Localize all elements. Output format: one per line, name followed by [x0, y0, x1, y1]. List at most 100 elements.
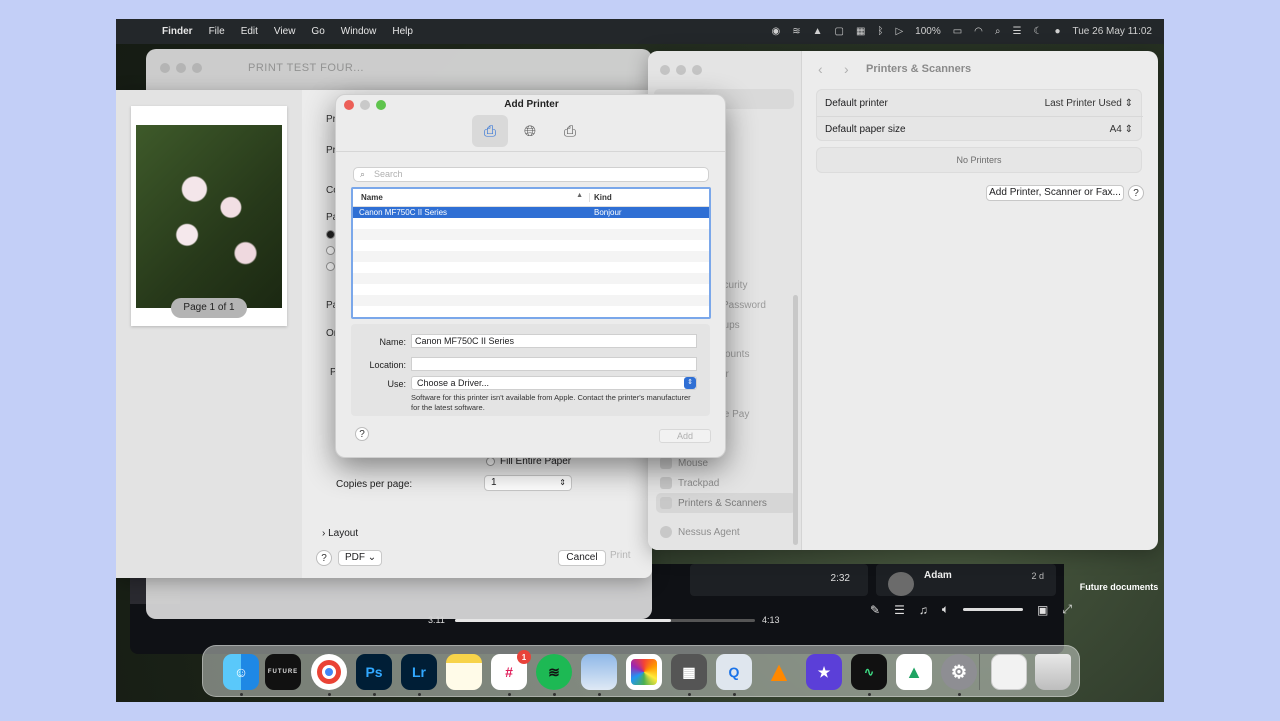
system-settings-icon[interactable]: ⚙ — [941, 654, 977, 690]
search-input[interactable]: ⌕ Search — [353, 167, 709, 182]
folder-label[interactable]: Future documents — [1071, 582, 1164, 592]
eye-icon[interactable]: ◉ — [772, 26, 781, 37]
default-printer-row[interactable]: Default printer Last Printer Used ⇕ — [817, 90, 1143, 116]
menu-help[interactable]: Help — [392, 26, 413, 37]
menu-file[interactable]: File — [209, 26, 225, 37]
sidebar-item-label: Trackpad — [678, 477, 720, 489]
column-header-name[interactable]: Name ▲ — [353, 192, 590, 202]
zoom-icon[interactable] — [192, 63, 202, 73]
help-button[interactable]: ? — [355, 427, 369, 441]
future-icon[interactable]: FUTURE — [265, 654, 301, 690]
cherry-blossom-photo — [136, 125, 282, 308]
menu-app-name[interactable]: Finder — [162, 26, 193, 37]
sidebar-item-printers-scanners[interactable]: Printers & Scanners — [656, 493, 796, 513]
slack-icon[interactable]: #1 — [491, 650, 531, 690]
minimize-icon[interactable] — [676, 65, 686, 75]
spotify-icon[interactable]: ≋ — [536, 654, 572, 690]
sync-icon[interactable]: ≋ — [792, 26, 800, 37]
photoshop-icon[interactable]: Ps — [356, 654, 392, 690]
close-icon[interactable] — [660, 65, 670, 75]
help-button[interactable]: ? — [1128, 185, 1144, 201]
chrome-icon[interactable] — [311, 654, 347, 690]
documents-icon[interactable] — [991, 654, 1027, 690]
tab-default-printer[interactable]: ⎙ — [472, 115, 508, 147]
quicktime-icon[interactable]: Q — [716, 654, 752, 690]
back-icon[interactable]: ‹ — [818, 61, 823, 77]
pen-icon[interactable]: ✎ — [870, 603, 880, 617]
tab-windows-printer[interactable]: ⎙ — [552, 115, 588, 147]
print-button[interactable]: Print — [610, 550, 631, 561]
finder-icon[interactable]: ☺ — [223, 654, 259, 690]
media-card[interactable]: 2:32 — [690, 564, 868, 596]
menu-go[interactable]: Go — [311, 26, 324, 37]
pip-icon[interactable]: ▣ — [1037, 603, 1048, 617]
globe-icon: 🌐︎ — [523, 122, 536, 140]
fill-paper-radio[interactable] — [486, 457, 495, 466]
clock[interactable]: Tue 26 May 11:02 — [1073, 26, 1153, 37]
vlc-icon[interactable]: ▲ — [761, 654, 797, 690]
close-icon[interactable] — [160, 63, 170, 73]
window-icon[interactable]: ▢ — [835, 26, 844, 37]
help-button[interactable]: ? — [316, 550, 332, 566]
headphones-icon[interactable]: ♫ — [919, 603, 928, 617]
activity-monitor-icon[interactable]: ∿ — [851, 654, 887, 690]
zoom-icon[interactable] — [692, 65, 702, 75]
add-printer-button[interactable]: Add Printer, Scanner or Fax... — [986, 185, 1124, 201]
column-header-kind[interactable]: Kind — [590, 193, 612, 202]
screenshot-icon[interactable]: ▦ — [671, 654, 707, 690]
trash-icon[interactable] — [1035, 654, 1071, 690]
photos-icon[interactable] — [626, 654, 662, 690]
future-label: FUTURE — [267, 669, 299, 675]
search-icon: ⌕ — [360, 169, 366, 179]
bluetooth-icon[interactable]: ᛒ — [877, 26, 883, 37]
search-icon[interactable]: ⌕ — [995, 26, 1001, 37]
pdf-menu-button[interactable]: PDF ⌄ — [338, 550, 382, 566]
table-row[interactable]: Canon MF750C II Series Bonjour — [353, 207, 709, 218]
forward-icon[interactable]: › — [844, 61, 849, 77]
location-field[interactable] — [411, 357, 697, 371]
fullscreen-icon[interactable]: ⤢ — [1062, 602, 1072, 617]
lightroom-icon[interactable]: Lr — [401, 654, 437, 690]
sidebar-item-label: Nessus Agent — [678, 526, 740, 538]
sidebar-item-nessus-agent[interactable]: Nessus Agent — [656, 522, 796, 542]
moon-icon[interactable]: ☾ — [1033, 26, 1042, 37]
contact-card[interactable]: Adam 2 d — [876, 564, 1056, 596]
cancel-button[interactable]: Cancel — [558, 550, 606, 566]
running-indicator — [733, 693, 736, 696]
sidebar-scrollbar[interactable] — [793, 295, 798, 545]
radio-button[interactable] — [326, 230, 335, 239]
volume-slider[interactable] — [963, 608, 1024, 611]
siri-icon[interactable]: ● — [1054, 26, 1060, 37]
chevron-updown-icon: ⇕ — [1124, 97, 1133, 109]
contact-name: Adam — [924, 570, 952, 581]
progress-bar[interactable] — [455, 619, 755, 622]
battery-icon[interactable]: ▭ — [953, 26, 962, 37]
control-center-icon[interactable]: ☰ — [1013, 26, 1022, 37]
wifi-icon[interactable]: ◠ — [974, 26, 983, 37]
default-paper-row[interactable]: Default paper size A4 ⇕ — [817, 116, 1143, 142]
play-icon[interactable]: ▷ — [895, 26, 903, 37]
notes-icon[interactable] — [446, 654, 482, 690]
add-button[interactable]: Add — [659, 429, 711, 443]
radio-button[interactable] — [326, 246, 335, 255]
menu-view[interactable]: View — [274, 26, 296, 37]
default-printer-value[interactable]: Last Printer Used ⇕ — [1045, 98, 1133, 109]
preview-icon[interactable] — [581, 654, 617, 690]
volume-icon[interactable]: 🔈︎ — [942, 602, 949, 617]
menu-window[interactable]: Window — [341, 26, 377, 37]
radio-button[interactable] — [326, 262, 335, 271]
minimize-icon[interactable] — [176, 63, 186, 73]
list-icon[interactable]: ☰ — [894, 603, 905, 617]
grid-icon[interactable]: ▦ — [856, 26, 865, 37]
name-field[interactable]: Canon MF750C II Series — [411, 334, 697, 348]
drive-icon[interactable]: ▲ — [813, 26, 823, 37]
tab-ip-printer[interactable]: 🌐︎ — [512, 115, 548, 147]
google-drive-icon[interactable]: ▲ — [896, 654, 932, 690]
driver-select[interactable]: Choose a Driver... ⇕ — [411, 376, 697, 390]
menu-edit[interactable]: Edit — [241, 26, 258, 37]
printer-kind-cell: Bonjour — [594, 208, 622, 217]
sidebar-item-trackpad[interactable]: Trackpad — [656, 473, 796, 493]
imovie-icon[interactable]: ★ — [806, 654, 842, 690]
copies-per-page-select[interactable]: 1 ⇕ — [484, 475, 572, 491]
default-paper-value[interactable]: A4 ⇕ — [1110, 124, 1133, 135]
